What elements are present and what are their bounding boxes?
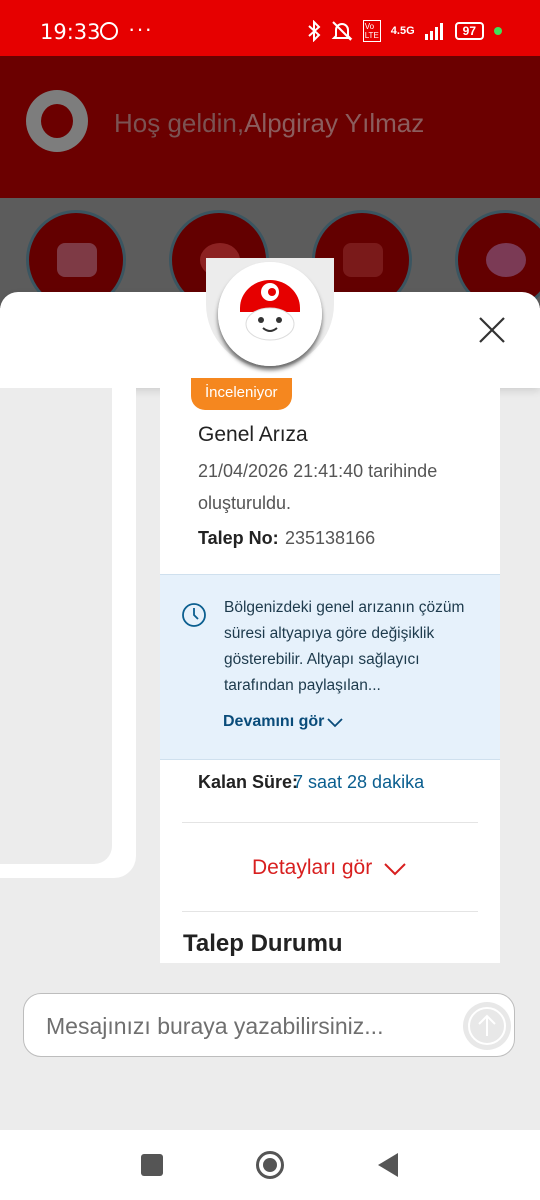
chevron-down-icon[interactable] — [326, 716, 344, 730]
status-badge: İnceleniyor — [191, 378, 292, 410]
chart-icon — [486, 243, 526, 277]
nav-back-icon[interactable] — [376, 1152, 400, 1178]
mute-bell-icon — [331, 21, 353, 41]
privacy-dot — [494, 27, 502, 35]
close-icon[interactable] — [476, 314, 508, 346]
status-heading: Talep Durumu — [183, 930, 343, 957]
card-icon — [57, 243, 97, 277]
nav-recents-icon[interactable] — [141, 1154, 163, 1176]
read-more-link[interactable]: Devamını gör — [223, 713, 324, 731]
divider — [182, 822, 478, 823]
remaining-value: 7 saat 28 dakika — [293, 772, 425, 792]
message-input-box[interactable] — [23, 993, 515, 1057]
greeting: Hoş geldin,Alpgiray Yılmaz — [114, 108, 424, 139]
message-input[interactable] — [44, 1004, 468, 1048]
status-bar: 19:33 ··· Vo LTE 4.5G 97 — [0, 0, 540, 56]
status-icons: Vo LTE 4.5G 97 — [307, 20, 502, 42]
more-notifications-icon: ··· — [128, 16, 153, 41]
greeting-text: Hoş geldin, — [114, 108, 245, 138]
bubble-inner — [0, 388, 112, 864]
battery-icon: 97 — [454, 22, 484, 40]
navigation-bar — [0, 1130, 540, 1200]
send-button[interactable] — [463, 1002, 511, 1050]
info-text: Bölgenizdeki genel arızanın çözüm süresi… — [224, 599, 465, 694]
signal-icon — [424, 23, 443, 40]
remaining-label: Kalan Süre: — [198, 772, 299, 792]
wifi-icon — [343, 243, 383, 277]
chevron-down-icon[interactable] — [383, 860, 407, 878]
status-time: 19:33 — [40, 20, 101, 44]
whatsapp-icon — [100, 22, 118, 40]
bluetooth-icon — [308, 20, 321, 42]
ticket-no-label: Talep No: — [198, 528, 279, 548]
clock-icon — [182, 603, 206, 627]
ticket-title: Genel Arıza — [198, 423, 308, 446]
bot-avatar-icon — [218, 262, 322, 366]
ticket-no-value: 235138166 — [285, 528, 376, 548]
network-type: 4.5G — [390, 25, 415, 37]
divider — [182, 911, 478, 912]
user-name: Alpgiray Yılmaz — [244, 108, 425, 138]
send-arrow-icon — [468, 1007, 506, 1045]
nav-home-icon[interactable] — [256, 1151, 284, 1179]
volte-icon: Vo LTE — [362, 20, 381, 42]
details-link[interactable]: Detayları gör — [252, 856, 372, 880]
vodafone-logo-icon — [26, 90, 88, 152]
ticket-created: 21/04/2026 21:41:40 tarihinde oluşturuld… — [198, 461, 438, 513]
